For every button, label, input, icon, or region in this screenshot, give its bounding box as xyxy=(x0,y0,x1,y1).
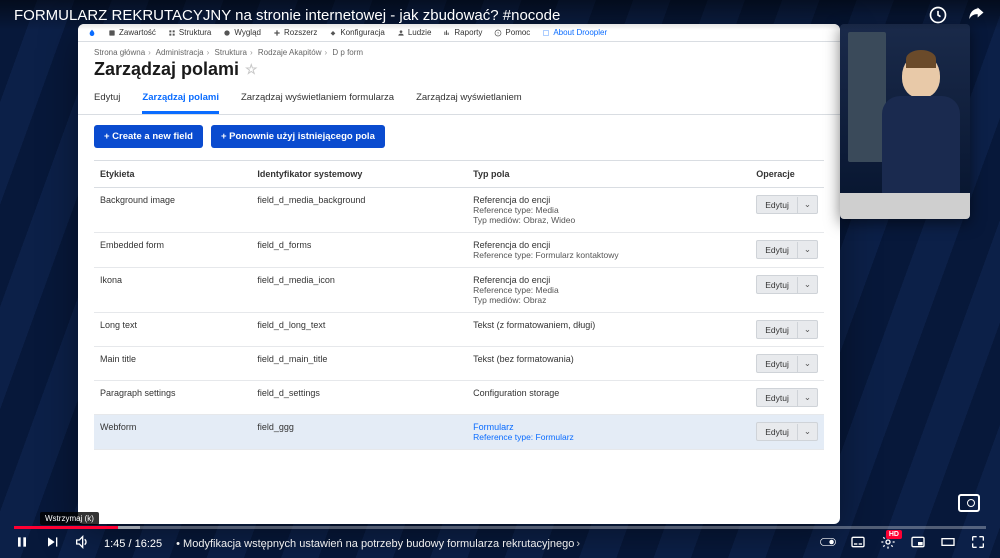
tab-manage-form-display[interactable]: Zarządzaj wyświetlaniem formularza xyxy=(241,86,394,114)
admin-window: Zawartość Struktura Wygląd Rozszerz Konf… xyxy=(78,24,840,524)
svg-text:?: ? xyxy=(497,30,500,35)
cell-id: field_ggg xyxy=(251,415,467,450)
next-button[interactable] xyxy=(44,534,60,553)
cell-label: Paragraph settings xyxy=(94,381,251,415)
cell-ops: Edytuj⌄ xyxy=(750,347,824,381)
cell-ops: Edytuj⌄ xyxy=(750,381,824,415)
favorite-star-icon[interactable]: ☆ xyxy=(245,61,258,78)
crumb-structure[interactable]: Struktura xyxy=(215,48,247,57)
crumb-paragraph-types[interactable]: Rodzaje Akapitów xyxy=(258,48,322,57)
edit-dropdown[interactable]: Edytuj⌄ xyxy=(756,422,818,441)
cell-ops: Edytuj⌄ xyxy=(750,268,824,313)
create-field-button[interactable]: + Create a new field xyxy=(94,125,203,148)
cell-id: field_d_media_icon xyxy=(251,268,467,313)
pause-button[interactable] xyxy=(14,534,30,553)
autoplay-toggle[interactable] xyxy=(820,534,836,553)
cell-ops: Edytuj⌄ xyxy=(750,415,824,450)
table-row: Background imagefield_d_media_background… xyxy=(94,188,824,233)
tab-edit[interactable]: Edytuj xyxy=(94,86,120,114)
watch-later-icon[interactable] xyxy=(928,5,948,25)
tabs: Edytuj Zarządzaj polami Zarządzaj wyświe… xyxy=(78,86,840,115)
action-buttons: + Create a new field + Ponownie użyj ist… xyxy=(78,115,840,160)
video-title: FORMULARZ REKRUTACYJNY na stronie intern… xyxy=(14,7,560,24)
tab-manage-display[interactable]: Zarządzaj wyświetlaniem xyxy=(416,86,522,114)
cell-label: Webform xyxy=(94,415,251,450)
presenter-webcam xyxy=(840,24,970,219)
cell-type: Tekst (bez formatowania) xyxy=(467,347,750,381)
settings-button[interactable]: HD xyxy=(880,534,896,553)
edit-dropdown[interactable]: Edytuj⌄ xyxy=(756,354,818,373)
table-row: Webformfield_gggFormularzReference type:… xyxy=(94,415,824,450)
chapter-title[interactable]: • Modyfikacja wstępnych ustawień na potr… xyxy=(176,538,580,550)
cell-label: Embedded form xyxy=(94,233,251,268)
share-icon[interactable] xyxy=(966,5,986,25)
th-machine-name: Identyfikator systemowy xyxy=(251,161,467,188)
cell-label: Background image xyxy=(94,188,251,233)
volume-button[interactable] xyxy=(74,534,90,553)
pause-tooltip: Wstrzymaj (k) xyxy=(40,512,99,525)
edit-dropdown[interactable]: Edytuj⌄ xyxy=(756,195,818,214)
th-label: Etykieta xyxy=(94,161,251,188)
cell-label: Main title xyxy=(94,347,251,381)
cell-id: field_d_settings xyxy=(251,381,467,415)
player-controls: 1:45 / 16:25 • Modyfikacja wstępnych ust… xyxy=(0,529,1000,558)
cell-id: field_d_main_title xyxy=(251,347,467,381)
cell-type: Referencja do encjiReference type: Media… xyxy=(467,188,750,233)
cards-icon[interactable] xyxy=(958,494,980,512)
th-ops: Operacje xyxy=(750,161,824,188)
fullscreen-button[interactable] xyxy=(970,534,986,553)
edit-dropdown[interactable]: Edytuj⌄ xyxy=(756,240,818,259)
cell-ops: Edytuj⌄ xyxy=(750,233,824,268)
crumb-admin[interactable]: Administracja xyxy=(156,48,204,57)
cell-label: Long text xyxy=(94,313,251,347)
cell-ops: Edytuj⌄ xyxy=(750,313,824,347)
video-title-bar: FORMULARZ REKRUTACYJNY na stronie intern… xyxy=(0,0,1000,30)
table-row: Long textfield_d_long_textTekst (z forma… xyxy=(94,313,824,347)
edit-dropdown[interactable]: Edytuj⌄ xyxy=(756,275,818,294)
th-type: Typ pola xyxy=(467,161,750,188)
table-row: Paragraph settingsfield_d_settingsConfig… xyxy=(94,381,824,415)
breadcrumb: Strona główna› Administracja› Struktura›… xyxy=(78,42,840,57)
cell-label: Ikona xyxy=(94,268,251,313)
crumb-home[interactable]: Strona główna xyxy=(94,48,145,57)
miniplayer-button[interactable] xyxy=(910,534,926,553)
subtitles-button[interactable] xyxy=(850,534,866,553)
cell-type: Tekst (z formatowaniem, długi) xyxy=(467,313,750,347)
time-display: 1:45 / 16:25 xyxy=(104,538,162,550)
cell-id: field_d_media_background xyxy=(251,188,467,233)
cell-ops: Edytuj⌄ xyxy=(750,188,824,233)
reuse-field-button[interactable]: + Ponownie użyj istniejącego pola xyxy=(211,125,385,148)
crumb-current: D p form xyxy=(332,48,363,57)
edit-dropdown[interactable]: Edytuj⌄ xyxy=(756,320,818,339)
table-row: Main titlefield_d_main_titleTekst (bez f… xyxy=(94,347,824,381)
fields-table: Etykieta Identyfikator systemowy Typ pol… xyxy=(94,160,824,450)
page-title: Zarządzaj polami ☆ xyxy=(78,57,840,86)
cell-id: field_d_long_text xyxy=(251,313,467,347)
cell-type: FormularzReference type: Formularz xyxy=(467,415,750,450)
theater-button[interactable] xyxy=(940,534,956,553)
edit-dropdown[interactable]: Edytuj⌄ xyxy=(756,388,818,407)
tab-manage-fields[interactable]: Zarządzaj polami xyxy=(142,86,219,114)
table-row: Ikonafield_d_media_iconReferencja do enc… xyxy=(94,268,824,313)
cell-type: Referencja do encjiReference type: Formu… xyxy=(467,233,750,268)
cell-type: Configuration storage xyxy=(467,381,750,415)
table-row: Embedded formfield_d_formsReferencja do … xyxy=(94,233,824,268)
cell-type: Referencja do encjiReference type: Media… xyxy=(467,268,750,313)
cell-id: field_d_forms xyxy=(251,233,467,268)
hd-badge: HD xyxy=(886,530,902,539)
